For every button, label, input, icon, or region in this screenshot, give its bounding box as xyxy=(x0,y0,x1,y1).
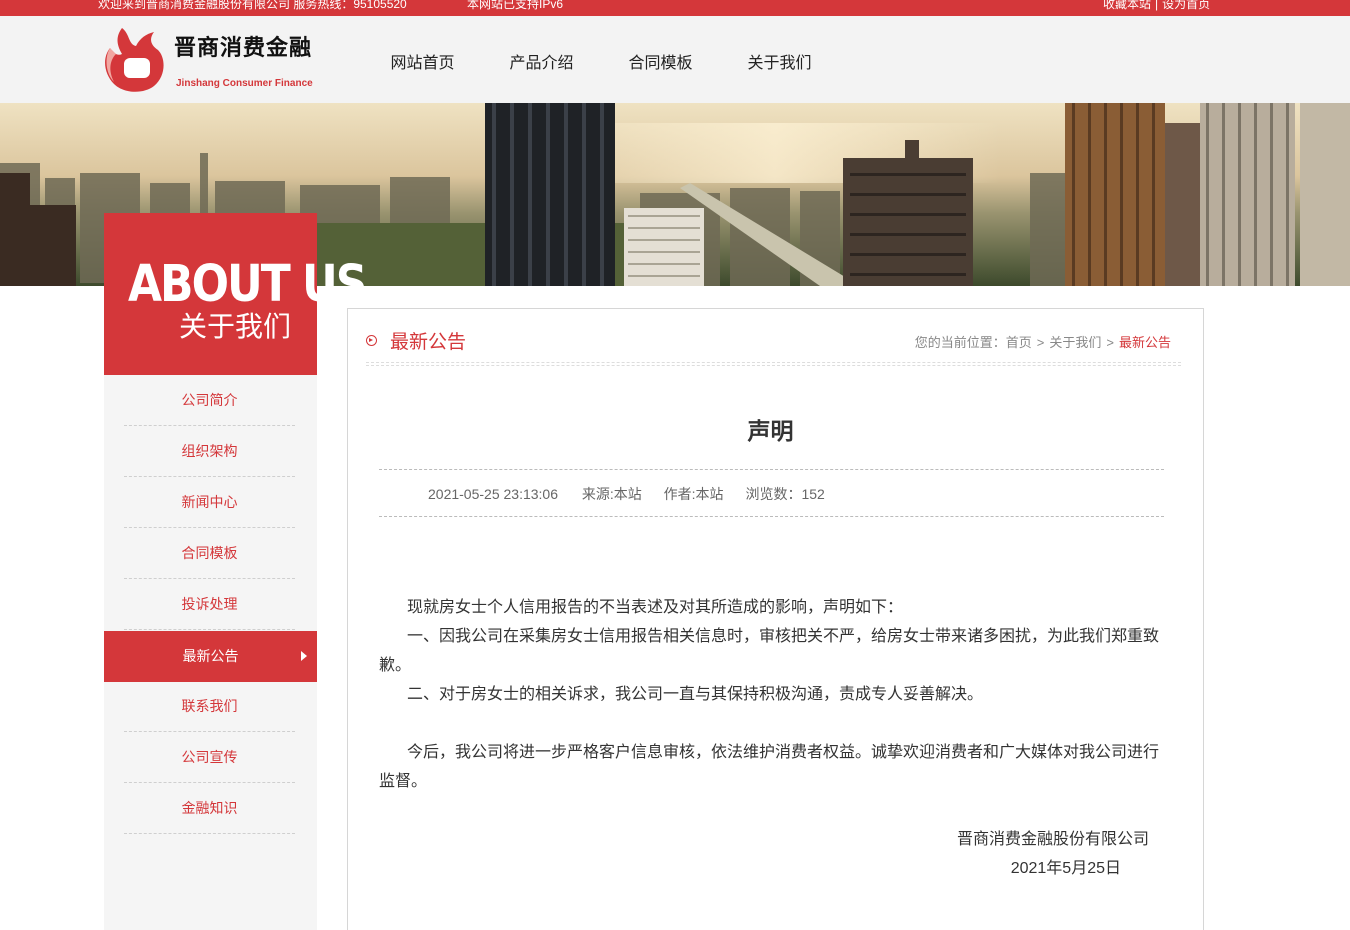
breadcrumb-prefix: 您的当前位置： xyxy=(914,335,1006,350)
sidebar-item-publicity[interactable]: 公司宣传 xyxy=(124,732,295,783)
logo-english-name: Jinshang Consumer Finance xyxy=(176,78,313,89)
sidebar-item-company-profile[interactable]: 公司简介 xyxy=(124,375,295,426)
article-signature: 晋商消费金融股份有限公司 2021年5月25日 xyxy=(957,825,1149,883)
circle-arrow-icon xyxy=(366,335,377,346)
sidebar-item-financial-knowledge[interactable]: 金融知识 xyxy=(124,783,295,834)
section-title: 最新公告 xyxy=(366,327,466,354)
set-homepage-link[interactable]: 设为首页 xyxy=(1162,0,1210,11)
site-header: 晋商消费金融 Jinshang Consumer Finance 网站首页 产品… xyxy=(0,16,1350,103)
article-date: 2021-05-25 23:13:06 xyxy=(428,486,558,502)
breadcrumb-separator: > xyxy=(1036,335,1045,350)
sidebar-item-contract-templates[interactable]: 合同模板 xyxy=(124,528,295,579)
section-title-text: 最新公告 xyxy=(390,332,467,353)
meta-divider-top xyxy=(379,469,1164,470)
add-favorite-link[interactable]: 收藏本站 xyxy=(1103,0,1151,11)
meta-divider-bottom xyxy=(379,516,1164,517)
top-bar: 欢迎来到晋商消费金融股份有限公司 服务热线：95105520 本网站已支持IPv… xyxy=(0,0,1350,16)
about-chinese-title: 关于我们 xyxy=(178,311,291,342)
article-title: 声明 xyxy=(747,418,794,444)
nav-contract-templates[interactable]: 合同模板 xyxy=(601,16,720,103)
sidebar-item-news-center[interactable]: 新闻中心 xyxy=(124,477,295,528)
article-paragraph: 一、因我公司在采集房女士信用报告相关信息时，审核把关不严，给房女士带来诸多困扰，… xyxy=(379,628,1160,674)
breadcrumb-home[interactable]: 首页 xyxy=(1006,335,1032,350)
nav-products[interactable]: 产品介绍 xyxy=(482,16,601,103)
title-divider xyxy=(366,362,1181,366)
sidebar-menu: 公司简介 组织架构 新闻中心 合同模板 投诉处理 最新公告 联系我们 公司宣传 … xyxy=(104,375,317,930)
article-paragraph: 二、对于房女士的相关诉求，我公司一直与其保持积极沟通，责成专人妥善解决。 xyxy=(407,686,984,703)
chevron-right-icon xyxy=(301,651,307,661)
sidebar-item-latest-announcements[interactable]: 最新公告 xyxy=(104,631,317,682)
ipv6-notice: 本网站已支持IPv6 xyxy=(467,0,564,11)
main-nav: 网站首页 产品介绍 合同模板 关于我们 xyxy=(363,16,839,103)
nav-home[interactable]: 网站首页 xyxy=(363,16,482,103)
logo-flame-icon xyxy=(105,28,164,92)
signature-date: 2021年5月25日 xyxy=(1010,860,1121,877)
article-paragraph: 今后，我公司将进一步严格客户信息审核，依法维护消费者权益。诚挚欢迎消费者和广大媒… xyxy=(379,744,1160,790)
breadcrumb: 您的当前位置：首页 > 关于我们 > 最新公告 xyxy=(915,332,1171,351)
sidebar-item-label: 最新公告 xyxy=(182,648,239,664)
top-links: 收藏本站 | 设为首页 xyxy=(1103,0,1210,11)
about-us-header: ABOUT US 关于我们 xyxy=(104,213,367,375)
breadcrumb-separator: > xyxy=(1106,335,1114,350)
article-body: 现就房女士个人信用报告的不当表述及对其所造成的影响，声明如下： 一、因我公司在采… xyxy=(379,593,1164,796)
top-links-separator: | xyxy=(1155,0,1159,11)
article-views: 浏览数：152 xyxy=(745,486,825,502)
article-source: 来源:本站 xyxy=(581,486,642,502)
content-panel: 最新公告 您的当前位置：首页 > 关于我们 > 最新公告 声明 2021-05-25 2… xyxy=(347,308,1204,930)
article-author: 作者:本站 xyxy=(663,486,724,502)
breadcrumb-current[interactable]: 最新公告 xyxy=(1119,335,1171,350)
article-meta: 2021-05-25 23:13:06 来源:本站 作者:本站 浏览数：152 xyxy=(428,484,843,504)
nav-about-us[interactable]: 关于我们 xyxy=(720,16,839,103)
sidebar-item-organization[interactable]: 组织架构 xyxy=(124,426,295,477)
sidebar-item-contact-us[interactable]: 联系我们 xyxy=(124,681,295,732)
welcome-text: 欢迎来到晋商消费金融股份有限公司 服务热线：95105520 xyxy=(98,0,407,11)
sidebar-item-complaints[interactable]: 投诉处理 xyxy=(124,579,295,630)
logo-chinese-name: 晋商消费金融 xyxy=(174,35,313,60)
breadcrumb-about[interactable]: 关于我们 xyxy=(1049,335,1101,350)
article-paragraph: 现就房女士个人信用报告的不当表述及对其所造成的影响，声明如下： xyxy=(407,599,904,616)
signature-company: 晋商消费金融股份有限公司 xyxy=(956,831,1149,848)
site-logo[interactable]: 晋商消费金融 Jinshang Consumer Finance xyxy=(100,24,330,96)
